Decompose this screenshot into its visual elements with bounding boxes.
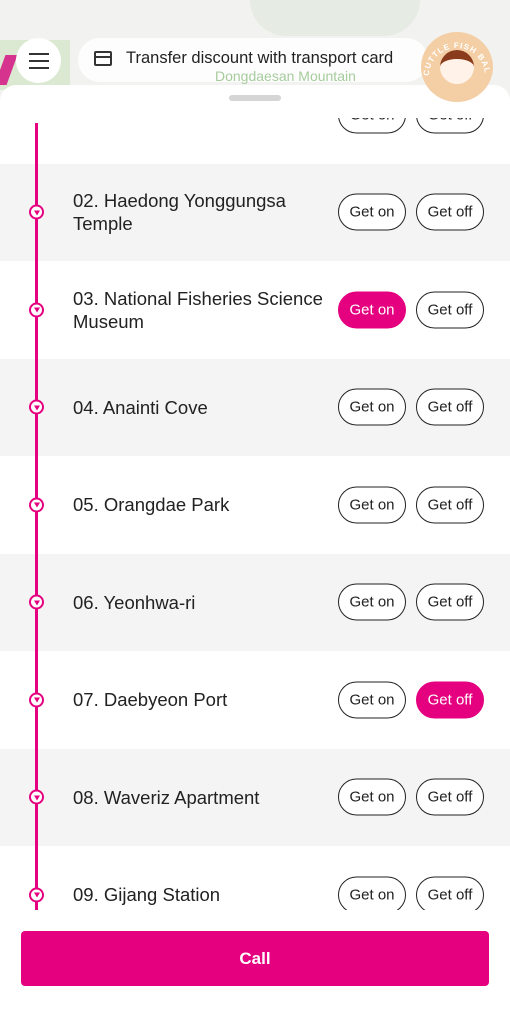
drag-handle[interactable] xyxy=(229,95,281,101)
stop-name: 02. Haedong Yonggungsa Temple xyxy=(73,190,286,235)
stop-name: 03. National Fisheries Science Museum xyxy=(73,287,323,332)
stop-name: 05. Orangdae Park xyxy=(73,494,230,516)
get-on-button[interactable]: Get on xyxy=(338,291,406,329)
map-park-area xyxy=(250,0,420,36)
bottom-sheet: Get onGet off02. Haedong Yonggungsa Temp… xyxy=(0,85,510,1024)
get-off-button[interactable]: Get off xyxy=(416,486,484,524)
get-off-button[interactable]: Get off xyxy=(416,583,484,621)
stop-row: 07. Daebyeon Port Get on Get off xyxy=(0,651,510,749)
stop-row: 03. National Fisheries Science Museum Get… xyxy=(0,261,510,359)
get-on-button[interactable]: Get on xyxy=(338,388,406,426)
get-on-button[interactable]: Get on xyxy=(338,118,406,134)
avatar-label: CUTTLE FISH BALL BALL xyxy=(421,32,491,76)
stop-marker-icon xyxy=(29,497,44,513)
get-on-button[interactable]: Get on xyxy=(338,486,406,524)
get-on-button[interactable]: Get on xyxy=(338,778,406,816)
stop-marker-icon xyxy=(29,399,44,415)
stop-marker-icon xyxy=(29,789,44,805)
stop-name: 04. Anainti Cove xyxy=(73,396,208,418)
stop-row: 09. Gijang Station Get on Get off xyxy=(0,846,510,910)
get-off-button[interactable]: Get off xyxy=(416,118,484,134)
stop-name: 06. Yeonhwa-ri xyxy=(73,591,196,613)
hamburger-menu-icon xyxy=(28,59,49,62)
get-off-button[interactable]: Get off xyxy=(416,778,484,816)
get-off-button[interactable]: Get off xyxy=(416,681,484,719)
stop-marker-icon xyxy=(29,887,44,903)
stop-row: 06. Yeonhwa-ri Get on Get off xyxy=(0,553,510,651)
get-on-button[interactable]: Get on xyxy=(338,193,406,231)
get-on-button[interactable]: Get on xyxy=(338,681,406,719)
get-off-button[interactable]: Get off xyxy=(416,291,484,329)
menu-button[interactable] xyxy=(16,38,61,83)
stop-name: 08. Waveriz Apartment xyxy=(73,786,260,808)
stop-name: 09. Gijang Station xyxy=(73,884,221,906)
get-on-button[interactable]: Get on xyxy=(338,583,406,621)
stop-row: 08. Waveriz Apartment Get on Get off xyxy=(0,748,510,846)
avatar-logo-text: CUTTLE FISH BALL BALL xyxy=(421,32,492,76)
stop-row: 04. Anainti Cove Get on Get off xyxy=(0,358,510,456)
get-on-button[interactable]: Get on xyxy=(338,876,406,910)
get-off-button[interactable]: Get off xyxy=(416,193,484,231)
stop-name: 07. Daebyeon Port xyxy=(73,689,228,711)
stop-marker-icon xyxy=(29,204,44,220)
avatar-logo-ring: CUTTLE FISH BALL BALL xyxy=(421,32,492,76)
call-button[interactable]: Call xyxy=(21,931,489,986)
map-label: Dongdaesan Mountain xyxy=(215,68,356,84)
get-off-button[interactable]: Get off xyxy=(416,876,484,910)
stop-list[interactable]: Get onGet off02. Haedong Yonggungsa Temp… xyxy=(0,118,510,910)
avatar[interactable]: CUTTLE FISH BALL BALL xyxy=(421,32,493,102)
stop-marker-icon xyxy=(29,692,44,708)
stop-marker-icon xyxy=(29,302,44,318)
stop-row: 05. Orangdae Park Get on Get off xyxy=(0,456,510,554)
stop-row: 02. Haedong Yonggungsa Temple Get on Get o… xyxy=(0,163,510,261)
card-icon xyxy=(94,50,112,66)
stop-marker-icon xyxy=(29,594,44,610)
banner-text: Transfer discount with transport card xyxy=(126,48,394,67)
stop-row: Get on Get off xyxy=(0,118,510,164)
stop-rows: Get onGet off02. Haedong Yonggungsa Temp… xyxy=(0,118,510,910)
get-off-button[interactable]: Get off xyxy=(416,388,484,426)
